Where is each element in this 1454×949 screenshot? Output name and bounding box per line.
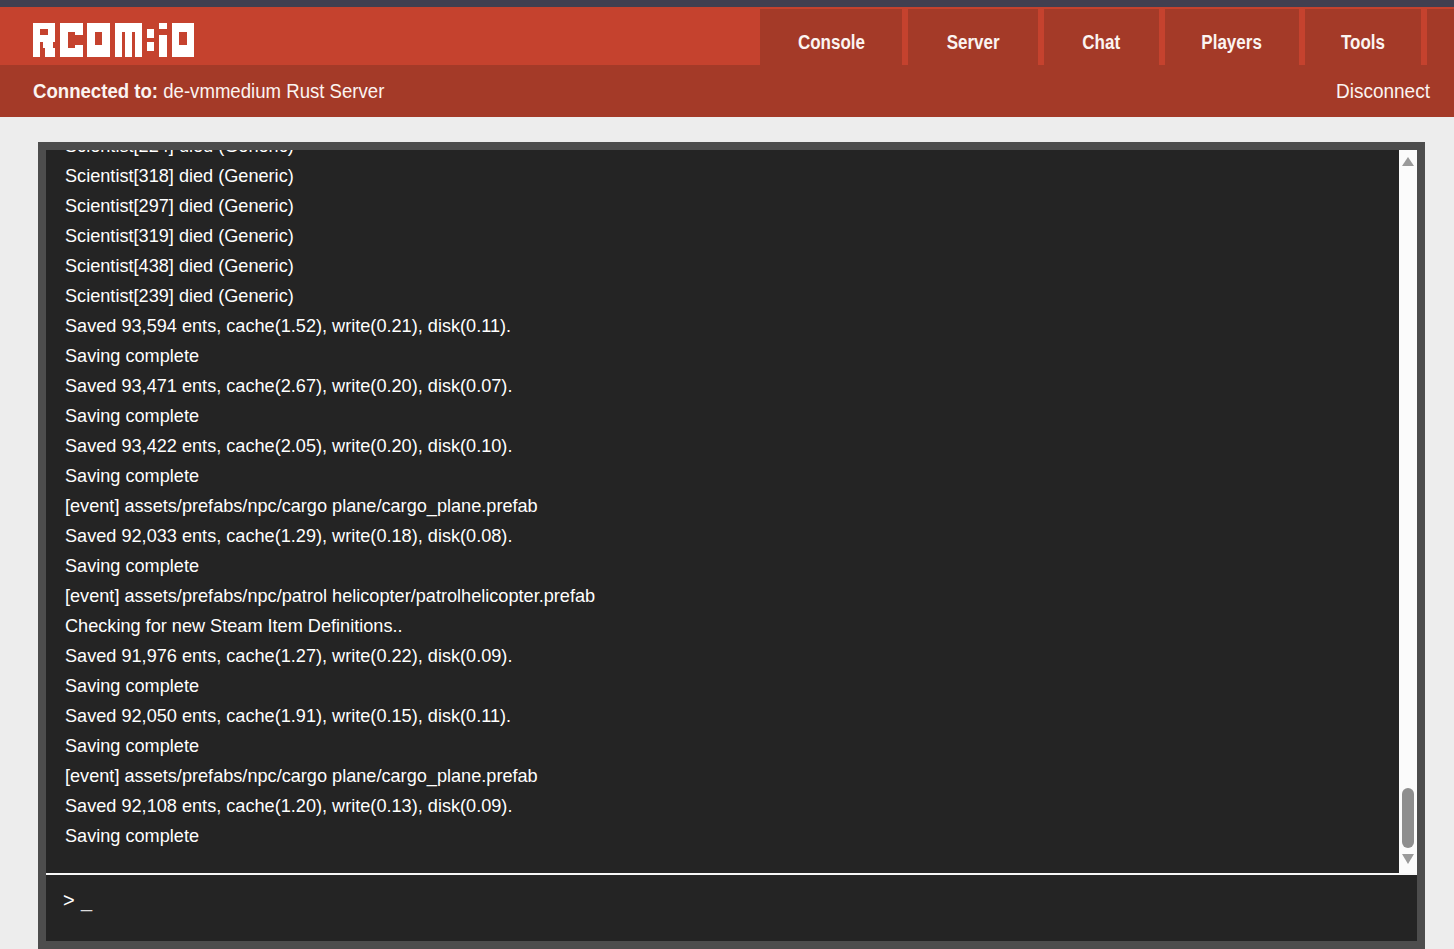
main-nav: ConsoleServerChatPlayersTools — [760, 9, 1421, 65]
top-accent-bar — [0, 0, 1454, 7]
scroll-down-arrow[interactable] — [1402, 854, 1414, 864]
logo-text: RCON:iO — [194, 23, 195, 24]
log-line: Saving complete — [65, 461, 1372, 491]
log-line: Scientist[239] died (Generic) — [65, 281, 1372, 311]
scroll-up-arrow[interactable] — [1402, 157, 1414, 166]
console-log[interactable]: Scientist[224] died (Generic)Scientist[3… — [46, 150, 1399, 873]
nav-tab[interactable]: Tools — [1305, 9, 1421, 65]
console-scrollbar[interactable] — [1399, 150, 1417, 873]
log-line: Scientist[319] died (Generic) — [65, 221, 1372, 251]
log-line: Checking for new Steam Item Definitions.… — [65, 611, 1372, 641]
server-name: de-vmmedium Rust Server — [163, 80, 384, 103]
log-line: Saving complete — [65, 821, 1372, 851]
log-line: [event] assets/prefabs/npc/cargo plane/c… — [65, 491, 1372, 521]
nav-tab-partial[interactable] — [1427, 9, 1454, 65]
console-panel: Scientist[224] died (Generic)Scientist[3… — [38, 142, 1425, 949]
log-line: Saved 92,050 ents, cache(1.91), write(0.… — [65, 701, 1372, 731]
connection-status-bar: Connected to: de-vmmedium Rust Server Di… — [0, 65, 1454, 117]
console-input-row[interactable]: > _ — [46, 875, 1417, 941]
log-line: Scientist[297] died (Generic) — [65, 191, 1372, 221]
prompt-symbol: > — [63, 889, 75, 912]
log-line: Saved 92,108 ents, cache(1.20), write(0.… — [65, 791, 1372, 821]
log-line: Scientist[438] died (Generic) — [65, 251, 1372, 281]
log-line: Saved 93,471 ents, cache(2.67), write(0.… — [65, 371, 1372, 401]
log-line: Saving complete — [65, 551, 1372, 581]
log-line: Saving complete — [65, 671, 1372, 701]
nav-tab[interactable]: Chat — [1044, 9, 1159, 65]
nav-tab[interactable]: Console — [760, 9, 902, 65]
connection-status: Connected to: de-vmmedium Rust Server — [33, 65, 384, 117]
disconnect-button[interactable]: Disconnect — [1336, 65, 1430, 117]
log-line: Saving complete — [65, 401, 1372, 431]
log-line: Saving complete — [65, 341, 1372, 371]
input-cursor: _ — [81, 889, 92, 912]
log-line: [event] assets/prefabs/npc/patrol helico… — [65, 581, 1372, 611]
app-header: RCON:iO ConsoleServerChatPlayersTools — [0, 7, 1454, 65]
log-line: Saved 92,033 ents, cache(1.29), write(0.… — [65, 521, 1372, 551]
log-line: [event] assets/prefabs/npc/cargo plane/c… — [65, 761, 1372, 791]
log-line: Scientist[224] died (Generic) — [65, 150, 1372, 161]
log-line: Scientist[318] died (Generic) — [65, 161, 1372, 191]
connected-to-label: Connected to: — [33, 80, 158, 103]
log-line: Saved 91,976 ents, cache(1.27), write(0.… — [65, 641, 1372, 671]
nav-tab[interactable]: Server — [908, 9, 1038, 65]
log-line: Saving complete — [65, 731, 1372, 761]
scrollbar-thumb[interactable] — [1402, 788, 1414, 848]
log-line: Saved 93,422 ents, cache(2.05), write(0.… — [65, 431, 1372, 461]
rcon-io-logo-image — [33, 23, 194, 57]
log-line: Saved 93,594 ents, cache(1.52), write(0.… — [65, 311, 1372, 341]
nav-tab[interactable]: Players — [1165, 9, 1299, 65]
rcon-io-logo[interactable]: RCON:iO — [33, 23, 194, 57]
page-background: Scientist[224] died (Generic)Scientist[3… — [0, 117, 1454, 949]
